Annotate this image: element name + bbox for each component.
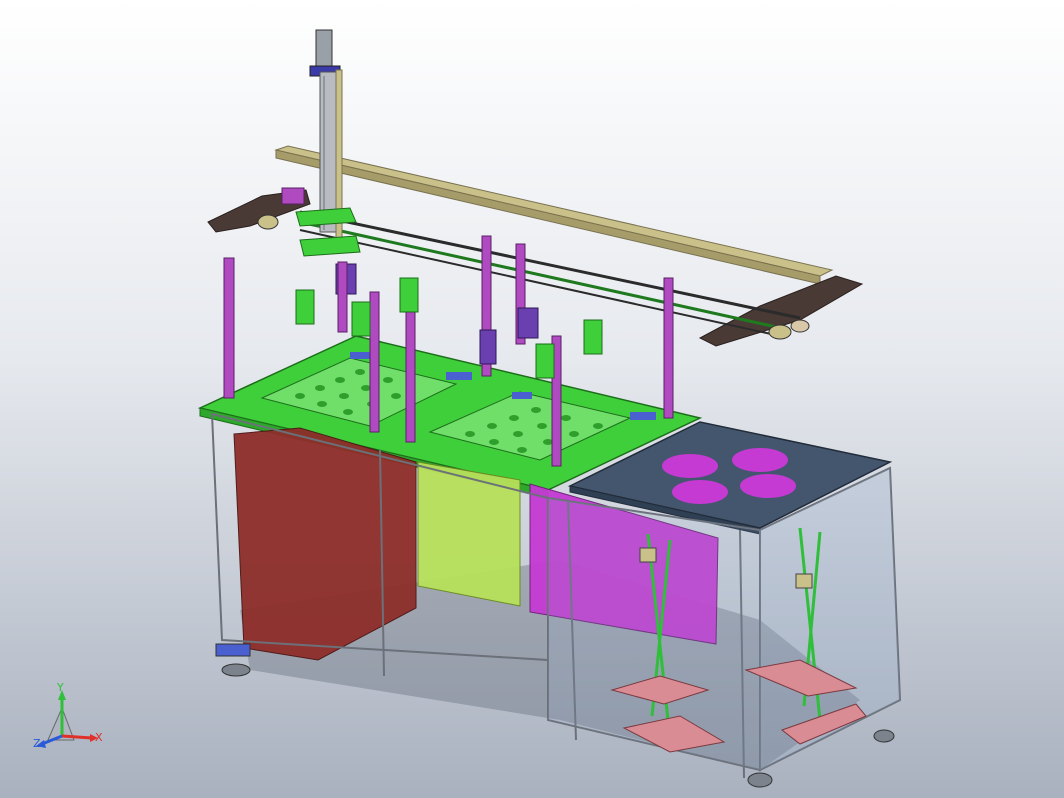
triad-z-label: Z	[33, 737, 41, 750]
3d-model-viewport[interactable]: Y X Z	[0, 0, 1064, 798]
orientation-triad[interactable]	[36, 690, 98, 748]
triad-x-label: X	[95, 731, 103, 744]
tan-rail	[274, 145, 834, 277]
triad-y-label: Y	[57, 681, 64, 694]
cad-assembly[interactable]	[0, 0, 1064, 798]
lime-panel	[417, 461, 521, 607]
